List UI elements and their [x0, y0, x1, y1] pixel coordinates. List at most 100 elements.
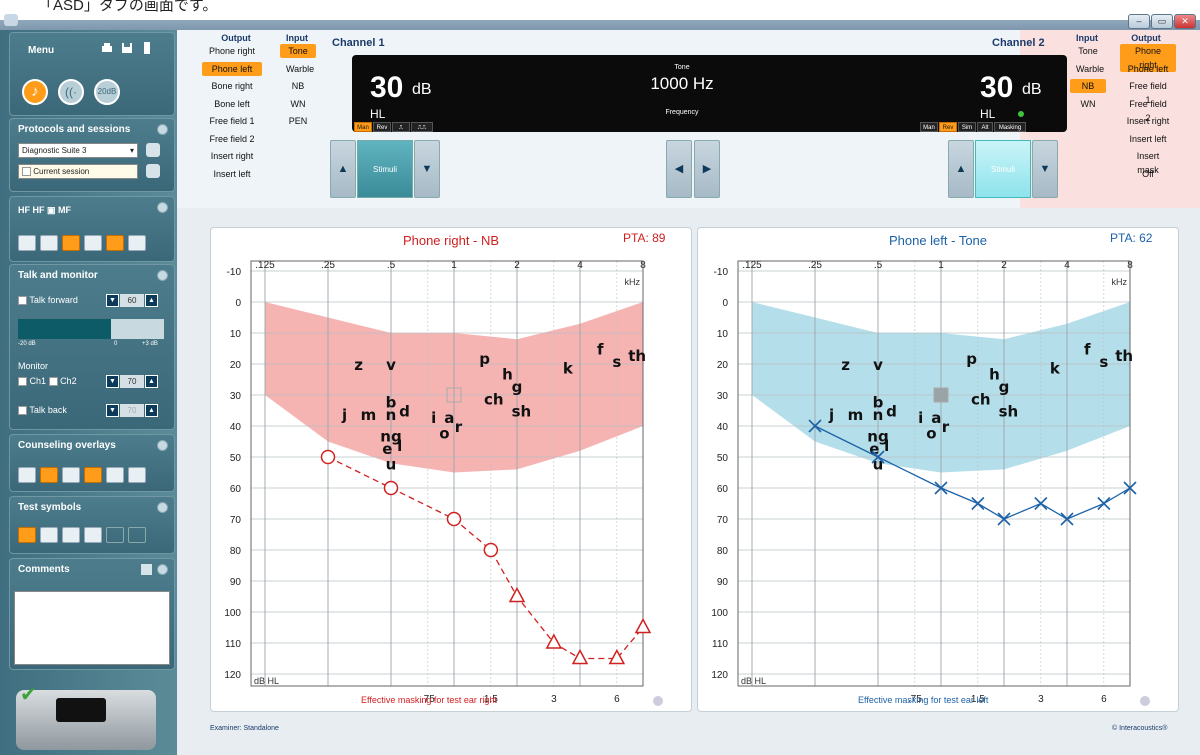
ch2-input-0[interactable]: Tone [1070, 44, 1106, 58]
talk-level-bar[interactable] [18, 319, 164, 339]
monitor-down[interactable]: ▼ [106, 375, 119, 388]
collapse-icon[interactable] [157, 270, 168, 281]
session-checkbox[interactable] [22, 167, 31, 177]
threshold-circle[interactable] [446, 511, 462, 527]
threshold-circle[interactable] [383, 480, 399, 496]
ch2-mode-0[interactable]: Man [920, 122, 938, 132]
chart-menu-icon[interactable] [653, 696, 663, 706]
protocol-select[interactable]: Diagnostic Suite 3 ▾ [18, 143, 138, 158]
ch1-output-6[interactable]: Insert right [202, 149, 262, 163]
ch1-output-1[interactable]: Phone left [202, 61, 262, 76]
maximize-button[interactable]: ▭ [1151, 14, 1173, 29]
ch2-mode-2[interactable]: Sim [958, 122, 976, 132]
ch2-down-button[interactable]: ▼ [1032, 140, 1058, 198]
threshold-cross[interactable] [1097, 496, 1111, 511]
exit-icon[interactable] [140, 41, 154, 55]
settings-gear-icon[interactable] [146, 143, 160, 157]
close-button[interactable]: ✕ [1174, 14, 1196, 29]
comments-textarea[interactable] [14, 591, 170, 665]
speech-icon[interactable]: ((· [58, 79, 84, 105]
symbol-icon-1[interactable] [18, 527, 36, 543]
ch1-output-5[interactable]: Free field 2 [202, 132, 262, 146]
threshold-cross[interactable] [1034, 496, 1048, 511]
overlay-icon-6[interactable] [128, 467, 146, 483]
ch1-input-4[interactable]: PEN [280, 114, 316, 128]
ch1-up-button[interactable]: ▲ [330, 140, 356, 198]
ch2-output-5[interactable]: Insert left [1120, 132, 1176, 146]
audiogram-left[interactable]: -10 0 10 20 30 40 50 60 70 80 90 100 110 120 .125 .25 .5… [697, 227, 1179, 712]
tool-icon-1[interactable] [18, 235, 36, 251]
ch1-input-0[interactable]: Tone [280, 44, 316, 58]
tool-icon-6[interactable] [128, 235, 146, 251]
overlay-icon-5[interactable] [106, 467, 124, 483]
save-icon[interactable] [120, 41, 134, 55]
symbol-icon-2[interactable] [40, 527, 58, 543]
ear-icon[interactable] [128, 527, 146, 543]
threshold-triangle[interactable] [608, 648, 626, 665]
tool-icon-5[interactable] [106, 235, 124, 251]
talk-back-checkbox[interactable] [18, 406, 27, 416]
ch1-input-3[interactable]: WN [280, 97, 316, 111]
ch1-mode-0[interactable]: Man [354, 122, 372, 132]
symbol-icon-3[interactable] [62, 527, 80, 543]
ch1-mode-3[interactable]: ⎍⎍ [411, 122, 433, 132]
ch2-output-1[interactable]: Phone left [1120, 62, 1176, 76]
talk-forward-checkbox[interactable] [18, 296, 27, 306]
ch2-checkbox[interactable] [48, 377, 58, 387]
tool-icon-3[interactable] [62, 235, 80, 251]
comment-edit-icon[interactable] [141, 564, 152, 575]
ch1-output-4[interactable]: Free field 1 [202, 114, 262, 128]
ch1-mode-2[interactable]: ⎍ [392, 122, 410, 132]
ch2-mode-1[interactable]: Rev [939, 122, 957, 132]
audiogram-right-chart[interactable]: -10 0 10 20 30 40 50 60 70 80 90 100 110 120 .125 .25 .5… [211, 228, 693, 713]
overlay-icon-1[interactable] [18, 467, 36, 483]
ch2-input-2[interactable]: NB [1070, 79, 1106, 93]
collapse-icon[interactable] [157, 502, 168, 513]
ch2-output-4[interactable]: Insert right [1120, 114, 1176, 128]
session-select[interactable]: Current session [18, 164, 138, 179]
ch2-output-7[interactable]: Off [1120, 167, 1176, 181]
threshold-triangle[interactable] [508, 586, 526, 603]
threshold-cross[interactable] [971, 496, 985, 511]
collapse-icon[interactable] [157, 440, 168, 451]
threshold-circle[interactable] [320, 449, 336, 465]
frequency-right-button[interactable]: ▶ [694, 140, 720, 198]
ch2-mode-3[interactable]: Alt [977, 122, 993, 132]
ch1-output-0[interactable]: Phone right [202, 44, 262, 58]
overlay-icon-2[interactable] [40, 467, 58, 483]
ch1-down-button[interactable]: ▼ [414, 140, 440, 198]
ch2-stimuli-button[interactable]: Stimuli [975, 140, 1031, 198]
step-20db-icon[interactable]: 20dB [94, 79, 120, 105]
audiogram-left-chart[interactable]: -10 0 10 20 30 40 50 60 70 80 90 100 110 120 .125 .25 .5… [698, 228, 1180, 713]
talk-back-up[interactable]: ▲ [145, 404, 158, 417]
audiometer-device-image[interactable]: ✔ [16, 684, 156, 750]
ch1-output-2[interactable]: Bone right [202, 79, 262, 93]
tool-icon-2[interactable] [40, 235, 58, 251]
ch1-input-2[interactable]: NB [280, 79, 316, 93]
monitor-up[interactable]: ▲ [145, 375, 158, 388]
tool-icon-4[interactable] [84, 235, 102, 251]
talk-forward-down[interactable]: ▼ [106, 294, 119, 307]
ch1-checkbox[interactable] [18, 377, 27, 387]
threshold-triangle[interactable] [571, 648, 589, 665]
overlay-icon-3[interactable] [62, 467, 80, 483]
minimize-button[interactable]: – [1128, 14, 1150, 29]
symbol-icon-4[interactable] [84, 527, 102, 543]
ch2-up-button[interactable]: ▲ [948, 140, 974, 198]
music-note-icon[interactable]: ♪ [22, 79, 48, 105]
ch1-output-7[interactable]: Insert left [202, 167, 262, 181]
ch1-mode-1[interactable]: Rev [373, 122, 391, 132]
print-icon[interactable] [100, 41, 114, 55]
audiogram-right[interactable]: -10 0 10 20 30 40 50 60 70 80 90 100 110 120 .125 .25 .5… [210, 227, 692, 712]
chart-menu-icon[interactable] [1140, 696, 1150, 706]
session-history-icon[interactable] [146, 164, 160, 178]
collapse-icon[interactable] [157, 202, 168, 213]
overlay-icon-4[interactable] [84, 467, 102, 483]
menu-label[interactable]: Menu [28, 45, 54, 56]
ch2-input-3[interactable]: WN [1070, 97, 1106, 111]
ch1-output-3[interactable]: Bone left [202, 97, 262, 111]
collapse-icon[interactable] [157, 124, 168, 135]
ch2-mode-4[interactable]: Masking [994, 122, 1026, 132]
talk-forward-up[interactable]: ▲ [145, 294, 158, 307]
ch1-input-1[interactable]: Warble [280, 62, 316, 76]
